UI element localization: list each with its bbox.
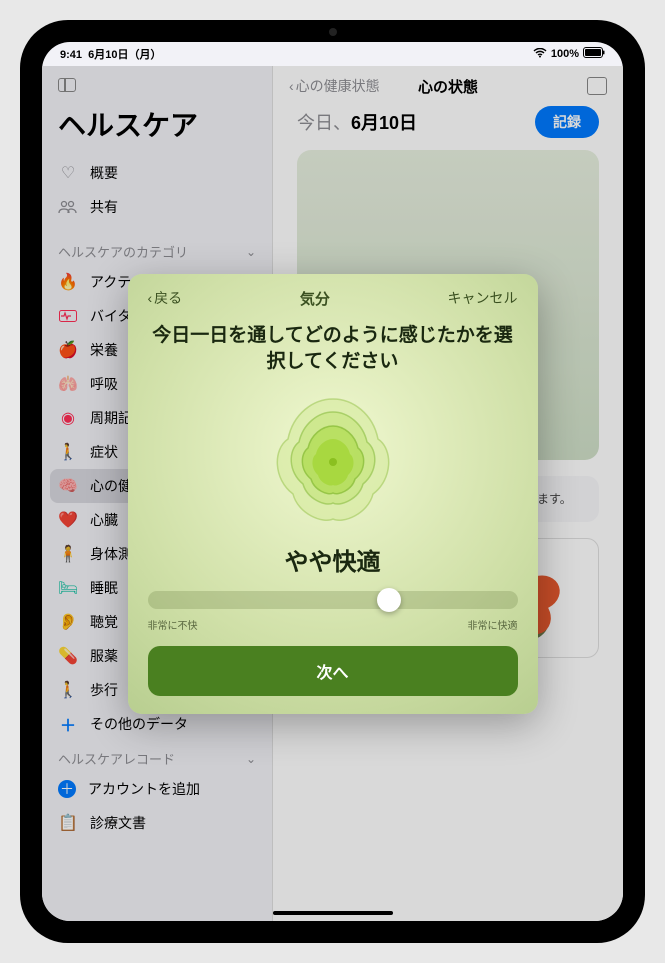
- modal-title: 気分: [300, 288, 330, 309]
- next-button[interactable]: 次へ: [148, 646, 518, 696]
- mood-shape-icon: [258, 384, 408, 534]
- wifi-icon: [533, 48, 547, 61]
- slider-min-label: 非常に不快: [148, 617, 198, 632]
- status-time: 9:41: [60, 49, 82, 61]
- battery-icon: [583, 47, 605, 61]
- modal-heading: 今日一日を通してどのように感じたかを選択してください: [148, 323, 518, 376]
- status-date: 6月10日（月）: [88, 49, 161, 61]
- home-indicator[interactable]: [273, 911, 393, 915]
- battery-percent: 100%: [551, 48, 579, 60]
- mood-slider[interactable]: [148, 591, 518, 609]
- mood-modal: ‹ 戻る 気分 キャンセル 今日一日を通してどのように感じたかを選択してください: [128, 274, 538, 714]
- mood-label: やや快適: [148, 542, 518, 577]
- slider-track: [148, 591, 518, 609]
- slider-thumb[interactable]: [377, 588, 401, 612]
- modal-overlay: ‹ 戻る 気分 キャンセル 今日一日を通してどのように感じたかを選択してください: [42, 66, 623, 921]
- modal-cancel-button[interactable]: キャンセル: [448, 288, 518, 308]
- chevron-left-icon: ‹: [148, 290, 153, 306]
- status-bar: 9:41 6月10日（月） 100%: [42, 42, 623, 66]
- modal-back-label: 戻る: [154, 288, 182, 308]
- slider-max-label: 非常に快適: [468, 617, 518, 632]
- modal-back-button[interactable]: ‹ 戻る: [148, 288, 183, 308]
